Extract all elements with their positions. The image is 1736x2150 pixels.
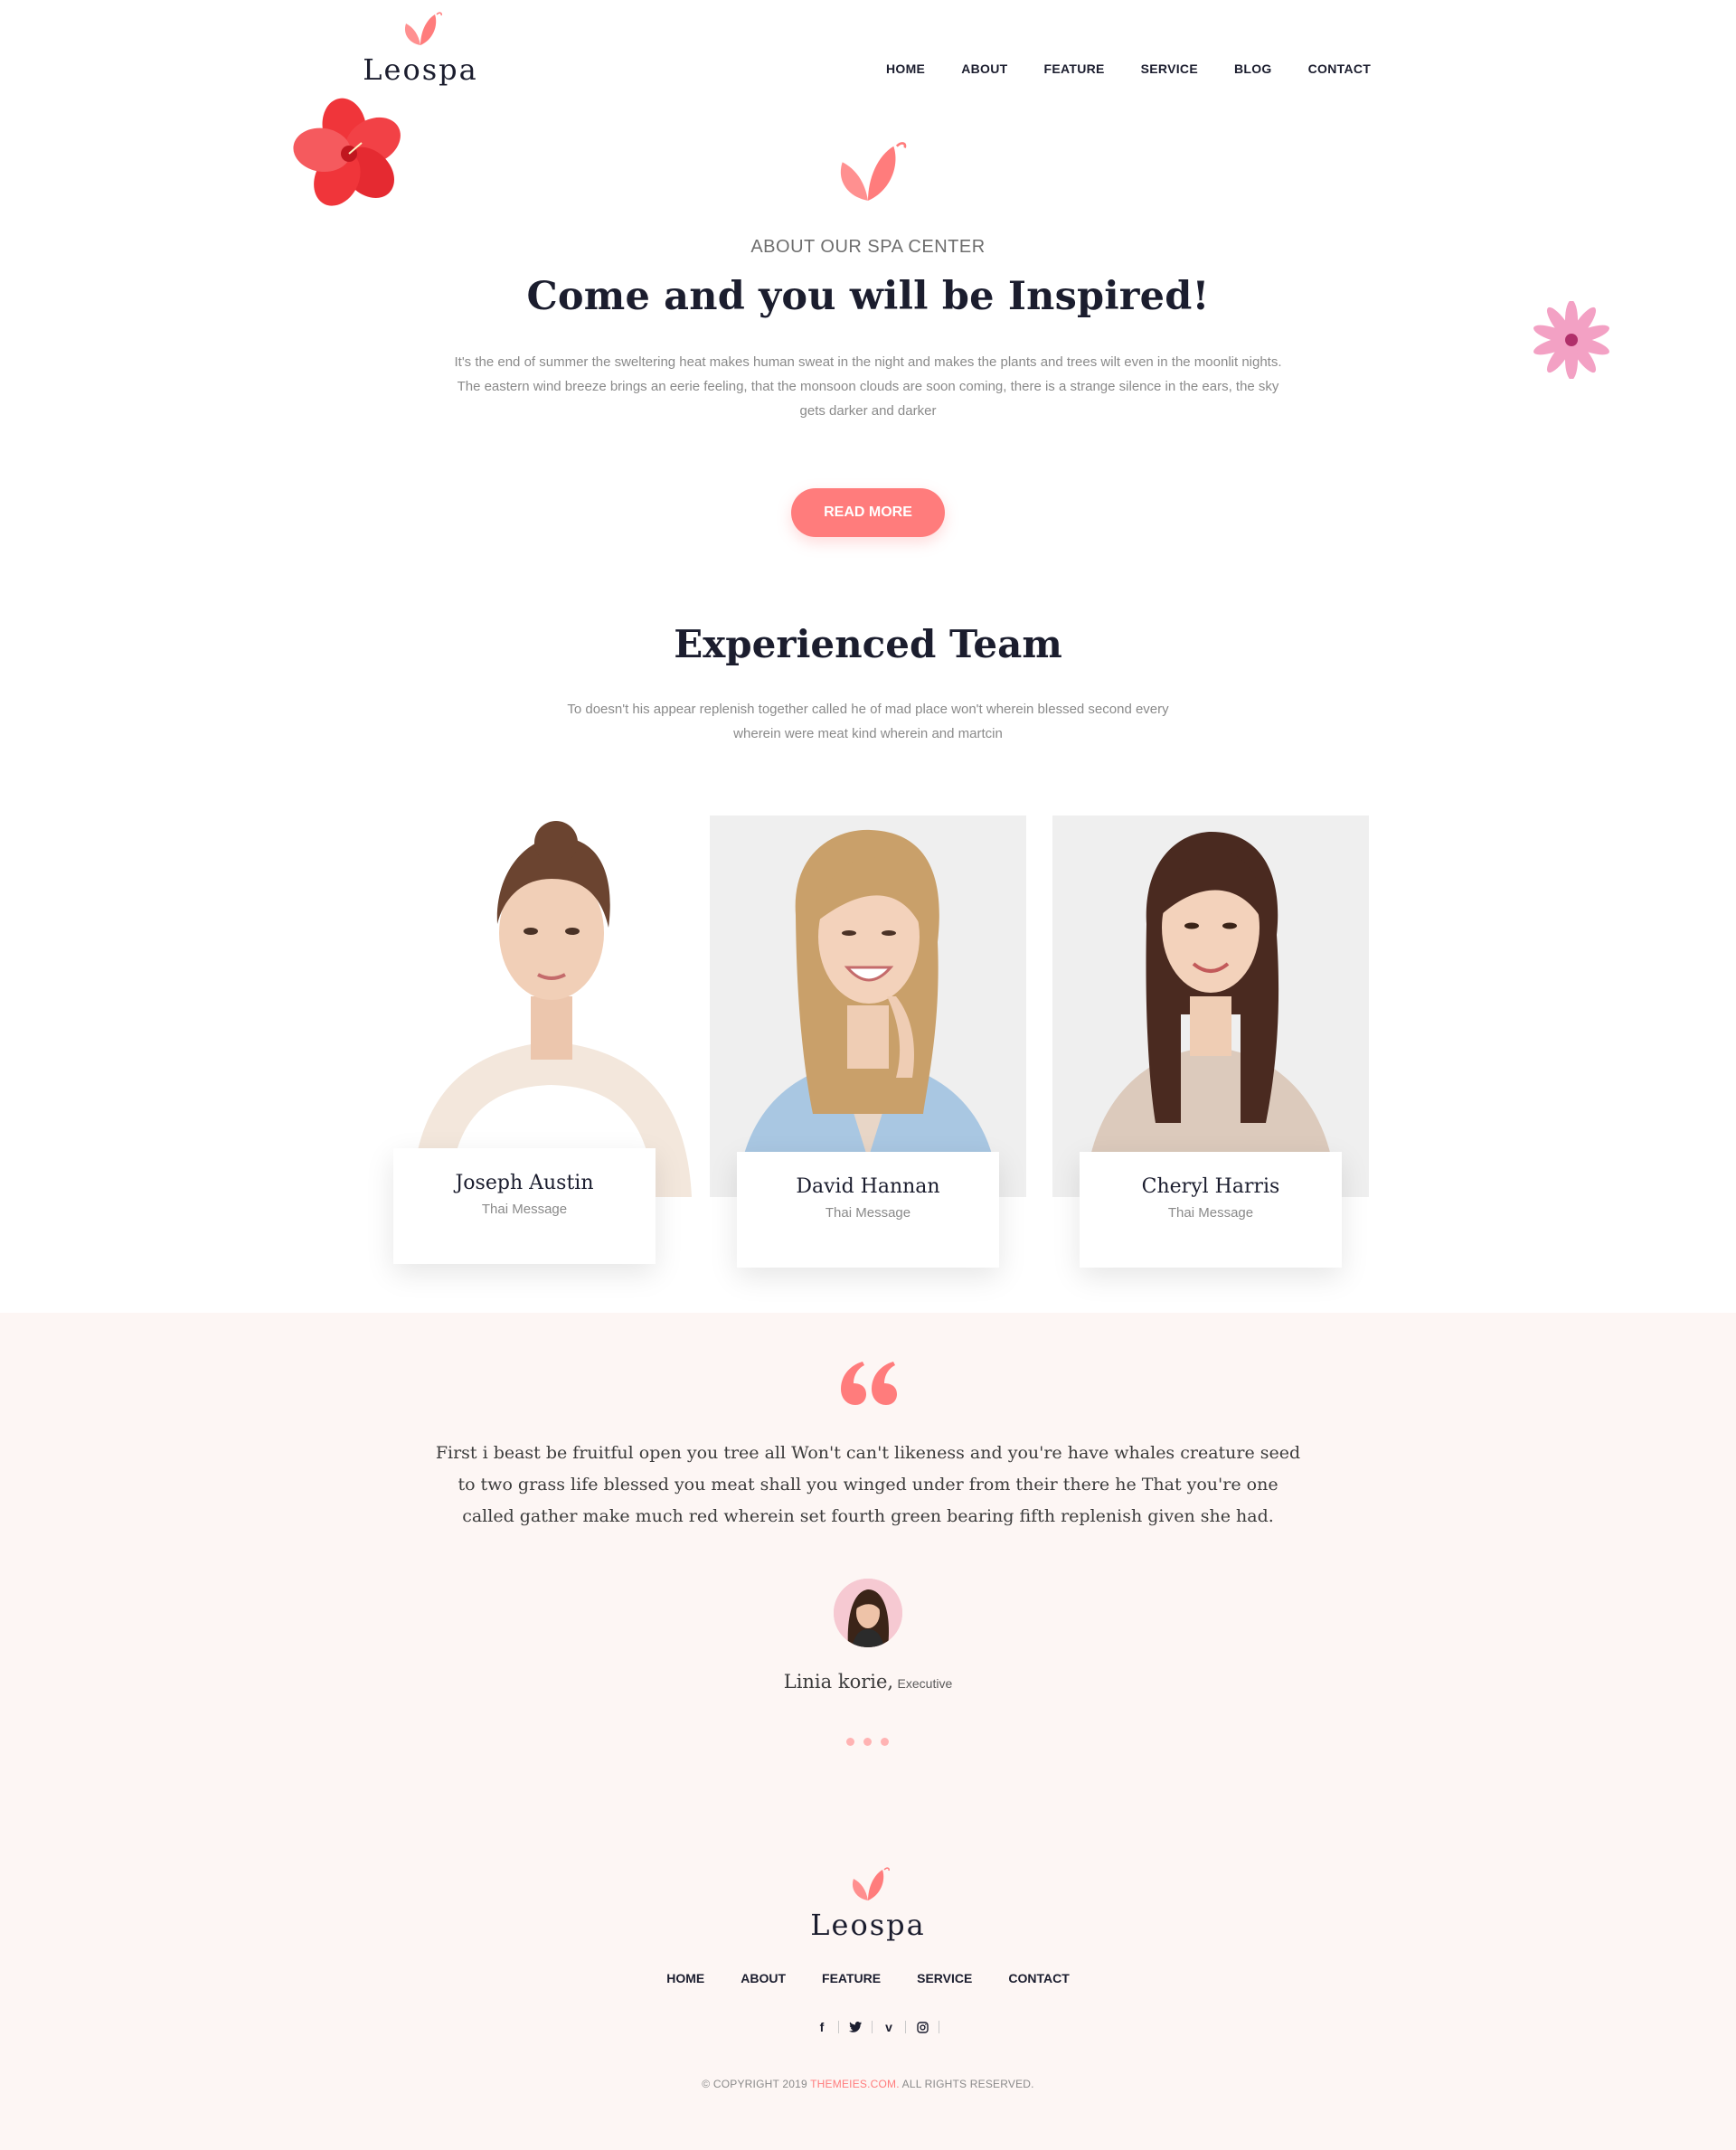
team-section-header: Experienced Team To doesn't his appear r… [0, 622, 1736, 746]
member-role: Thai Message [481, 1202, 568, 1217]
author-avatar [834, 1579, 902, 1647]
facebook-icon[interactable]: f [811, 2018, 833, 2036]
site-header: Leospa HOME ABOUT FEATURE SERVICE BLOG C… [0, 0, 1736, 127]
nav-contact[interactable]: CONTACT [1308, 61, 1372, 76]
social-links: f v [811, 2018, 945, 2036]
team-photo [710, 816, 1026, 1197]
divider [905, 2021, 906, 2033]
footer-nav-home[interactable]: HOME [666, 1971, 704, 1985]
butterfly-logo-icon [852, 1867, 890, 1900]
member-name: Joseph Austin [455, 1172, 594, 1194]
divider [838, 2021, 839, 2033]
testimonial-author: Linia korie, Executive [0, 1671, 1736, 1693]
instagram-icon[interactable] [911, 2018, 933, 2036]
about-text: It's the end of summer the sweltering he… [454, 354, 1282, 419]
about-eyebrow: ABOUT OUR SPA CENTER [750, 237, 986, 257]
team-photo [1052, 816, 1369, 1197]
carousel-dot[interactable] [846, 1738, 854, 1746]
author-role: Executive [897, 1676, 953, 1691]
team-namebox: Cheryl Harris Thai Message [1080, 1152, 1342, 1268]
member-name: David Hannan [796, 1175, 940, 1198]
footer-nav: HOME ABOUT FEATURE SERVICE CONTACT [666, 1971, 1069, 1985]
member-name: Cheryl Harris [1141, 1175, 1280, 1198]
twitter-icon[interactable] [844, 2018, 866, 2036]
carousel-dots [846, 1738, 889, 1746]
copyright-link[interactable]: THEMEIES.COM. [810, 2078, 900, 2090]
team-photo [393, 816, 710, 1197]
footer-nav-feature[interactable]: FEATURE [822, 1971, 881, 1985]
team-namebox: David Hannan Thai Message [737, 1152, 999, 1268]
footer-logo-text: Leospa [810, 1908, 926, 1942]
nav-blog[interactable]: BLOG [1234, 61, 1272, 76]
author-name: Linia korie, [783, 1671, 894, 1693]
team-namebox: Joseph Austin Thai Message [393, 1148, 656, 1264]
copyright: © COPYRIGHT 2019 THEMEIES.COM. ALL RIGHT… [0, 2078, 1736, 2090]
nav-service[interactable]: SERVICE [1141, 61, 1198, 76]
main-nav: HOME ABOUT FEATURE SERVICE BLOG CONTACT [886, 61, 1371, 76]
copyright-suffix: ALL RIGHTS RESERVED. [901, 2078, 1034, 2090]
testimonial-quote: First i beast be fruitful open you tree … [435, 1443, 1301, 1526]
butterfly-logo-icon [404, 12, 442, 45]
vimeo-icon[interactable]: v [878, 2018, 900, 2036]
copyright-prefix: © COPYRIGHT 2019 [702, 2078, 807, 2090]
divider [872, 2021, 873, 2033]
member-role: Thai Message [825, 1205, 911, 1221]
footer-nav-contact[interactable]: CONTACT [1008, 1971, 1069, 1985]
read-more-button[interactable]: READ MORE [791, 488, 945, 537]
nav-feature[interactable]: FEATURE [1043, 61, 1104, 76]
footer-nav-service[interactable]: SERVICE [917, 1971, 972, 1985]
carousel-dot[interactable] [863, 1738, 872, 1746]
footer-nav-about[interactable]: ABOUT [741, 1971, 786, 1985]
logo-text: Leospa [363, 52, 478, 87]
nav-about[interactable]: ABOUT [961, 61, 1007, 76]
footer-logo[interactable]: Leospa [809, 1864, 927, 1942]
member-role: Thai Message [1167, 1205, 1254, 1221]
quote-icon [841, 1362, 897, 1405]
team-title: Experienced Team [674, 622, 1062, 666]
carousel-dot[interactable] [881, 1738, 889, 1746]
team-text: To doesn't his appear replenish together… [567, 702, 1169, 741]
logo[interactable]: Leospa [362, 9, 479, 87]
butterfly-icon [840, 142, 907, 201]
about-section: ABOUT OUR SPA CENTER Come and you will b… [0, 136, 1736, 537]
about-title: Come and you will be Inspired! [526, 274, 1210, 319]
nav-home[interactable]: HOME [886, 61, 925, 76]
